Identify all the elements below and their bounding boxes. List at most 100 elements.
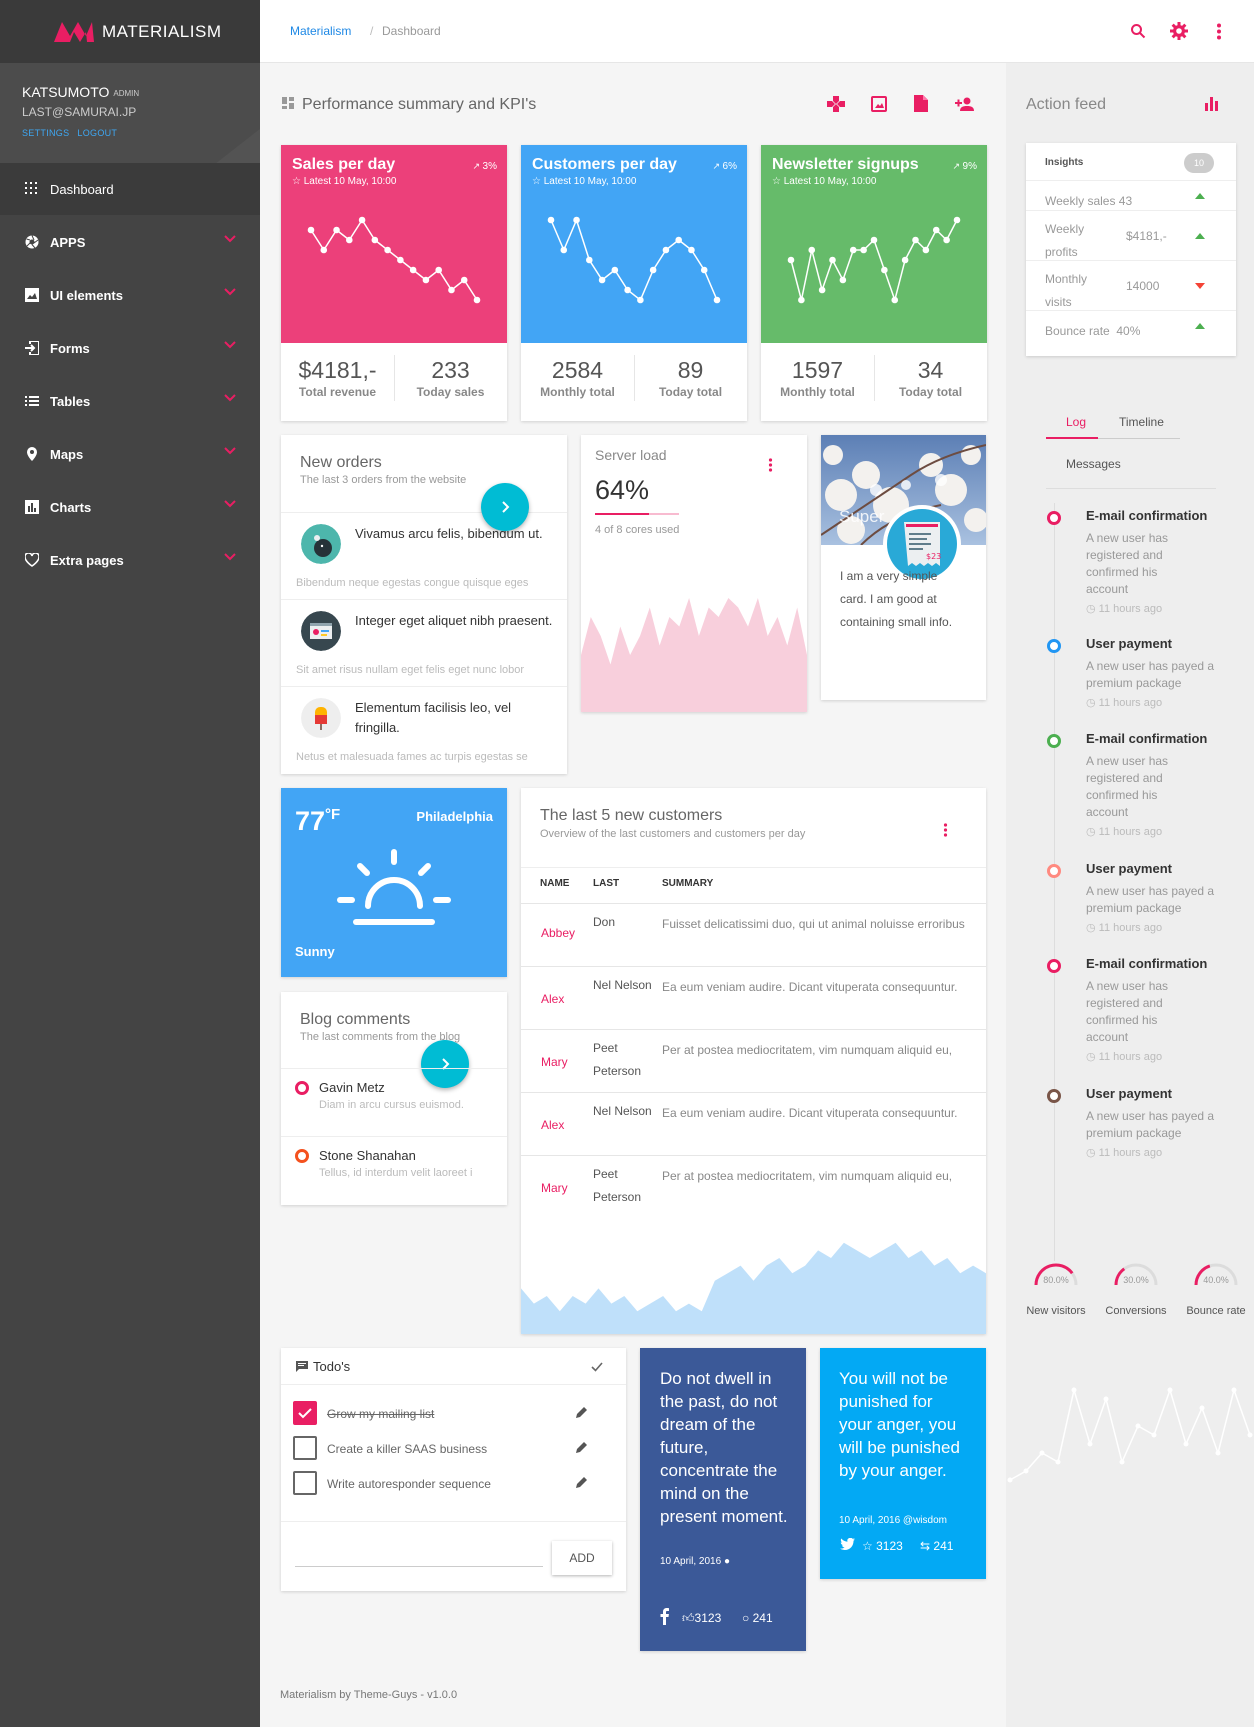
col-header-summary[interactable]: SUMMARY bbox=[662, 878, 713, 889]
logout-link[interactable]: LOGOUT bbox=[77, 128, 117, 138]
feed-event[interactable]: User payment A new user has payed a premi… bbox=[1006, 861, 1216, 961]
customer-name[interactable]: Mary bbox=[541, 1181, 568, 1195]
customer-name[interactable]: Alex bbox=[541, 1118, 564, 1132]
sidebar-item-tables[interactable]: Tables bbox=[0, 375, 260, 427]
kpi-point bbox=[912, 236, 919, 244]
orders-next-button[interactable] bbox=[481, 483, 529, 531]
customers-subtitle: Overview of the last customers and custo… bbox=[540, 828, 806, 840]
feed-event[interactable]: E-mail confirmation A new user has regist… bbox=[1006, 956, 1216, 1063]
kpi-line-chart bbox=[787, 216, 961, 304]
customer-summary: Ea eum veniam audire. Dicant vituperata … bbox=[662, 980, 958, 994]
pencil-icon[interactable] bbox=[576, 1476, 588, 1488]
more-vert-icon[interactable] bbox=[1216, 23, 1222, 40]
more-vert-icon[interactable] bbox=[943, 823, 948, 837]
sidebar-item-dashboard[interactable]: Dashboard bbox=[0, 163, 260, 215]
breadcrumb-root[interactable]: Materialism bbox=[290, 24, 351, 38]
tw-retweets[interactable]: ⇆ 241 bbox=[920, 1539, 953, 1553]
sidebar-item-charts[interactable]: Charts bbox=[0, 481, 260, 533]
kpi-point bbox=[901, 256, 909, 264]
pencil-icon[interactable] bbox=[576, 1406, 588, 1418]
sidebar-item-forms[interactable]: Forms bbox=[0, 322, 260, 374]
popsicle-avatar bbox=[301, 698, 341, 738]
orders-title: New orders bbox=[300, 454, 382, 471]
todo-item[interactable]: Write autoresponder sequence bbox=[293, 1471, 593, 1497]
comment-item[interactable]: Stone Shanahan Tellus, id interdum velit… bbox=[281, 1136, 507, 1196]
kpi-point bbox=[358, 216, 366, 224]
user-name: KATSUMOTO ADMIN bbox=[22, 84, 140, 100]
tw-stars[interactable]: ☆ 3123 bbox=[862, 1539, 903, 1553]
chevron-down-icon bbox=[224, 235, 236, 243]
image-icon[interactable] bbox=[871, 96, 887, 112]
search-icon[interactable] bbox=[1130, 23, 1146, 39]
todo-item[interactable]: Grow my mailing list bbox=[293, 1401, 593, 1427]
feed-event[interactable]: User payment A new user has payed a premi… bbox=[1006, 1086, 1216, 1186]
fb-comments[interactable]: ○ 241 bbox=[742, 1611, 773, 1625]
materialism-logo[interactable] bbox=[52, 20, 96, 44]
comment-dot bbox=[295, 1149, 309, 1163]
col-header-name[interactable]: NAME bbox=[540, 878, 569, 889]
facebook-icon[interactable] bbox=[660, 1608, 669, 1625]
more-vert-icon[interactable] bbox=[768, 458, 773, 472]
table-row[interactable]: Alex Nel Nelson Ea eum veniam audire. Dica… bbox=[521, 1092, 986, 1155]
feed-event-dot bbox=[1047, 864, 1061, 878]
todo-input[interactable] bbox=[295, 1566, 543, 1567]
customer-name[interactable]: Alex bbox=[541, 992, 564, 1006]
settings-link[interactable]: SETTINGS bbox=[22, 128, 69, 138]
twitter-icon[interactable] bbox=[840, 1538, 855, 1550]
comment-author: Gavin Metz bbox=[319, 1080, 385, 1095]
order-desc: Sit amet risus nullam eget felis eget nu… bbox=[296, 664, 525, 676]
table-row[interactable]: Mary Peet Peterson Per at postea mediocrit… bbox=[521, 1029, 986, 1092]
facebook-quote-card: Do not dwell in the past, do not dream o… bbox=[640, 1348, 806, 1651]
todo-checkbox[interactable] bbox=[293, 1401, 317, 1425]
kpi-point bbox=[688, 246, 695, 254]
tab-timeline[interactable]: Timeline bbox=[1119, 415, 1164, 429]
fb-likes[interactable]: 👍︎3123 bbox=[682, 1611, 721, 1626]
chevron-right-icon bbox=[502, 501, 510, 513]
kpi-point bbox=[870, 236, 878, 244]
table-row[interactable]: Abbey Don Fuisset delicatissimi duo, qui u… bbox=[521, 903, 986, 966]
check-icon[interactable] bbox=[591, 1362, 603, 1372]
todo-checkbox[interactable] bbox=[293, 1471, 317, 1495]
kpi-point bbox=[448, 286, 455, 294]
sidebar-item-ui-elements[interactable]: UI elements bbox=[0, 269, 260, 321]
feed-event[interactable]: E-mail confirmation A new user has regist… bbox=[1006, 731, 1216, 838]
orders-subtitle: The last 3 orders from the website bbox=[300, 474, 467, 486]
col-header-last[interactable]: LAST bbox=[593, 878, 619, 889]
kpi-label: Total revenue bbox=[298, 385, 377, 399]
add-user-icon[interactable] bbox=[955, 97, 975, 111]
gamepad-icon[interactable] bbox=[827, 96, 845, 112]
bar-chart-icon[interactable] bbox=[1205, 97, 1218, 111]
feed-event-dot bbox=[1047, 734, 1061, 748]
sidebar-item-maps[interactable]: Maps bbox=[0, 428, 260, 480]
receipt-amount: $23 bbox=[926, 552, 941, 561]
kpi-number: $4181,- bbox=[298, 357, 377, 383]
order-row[interactable]: Integer eget aliquet nibh praesent. Sit … bbox=[281, 599, 567, 686]
clock-icon: ◷ bbox=[1086, 603, 1099, 615]
tab-messages[interactable]: Messages bbox=[1066, 457, 1121, 471]
order-row[interactable]: Vivamus arcu felis, bibendum ut. Bibendu… bbox=[281, 512, 567, 599]
table-row[interactable]: Alex Nel Nelson Ea eum veniam audire. Dica… bbox=[521, 966, 986, 1029]
feed-event[interactable]: User payment A new user has payed a premi… bbox=[1006, 636, 1216, 736]
order-row[interactable]: Elementum facilisis leo, vel fringilla. … bbox=[281, 686, 567, 773]
pencil-icon[interactable] bbox=[576, 1441, 588, 1453]
dashboard-icon bbox=[282, 97, 294, 109]
customer-name[interactable]: Abbey bbox=[541, 926, 575, 940]
feed-event[interactable]: E-mail confirmation A new user has regist… bbox=[1006, 508, 1216, 615]
comment-item[interactable]: Gavin Metz Diam in arcu cursus euismod. bbox=[281, 1068, 507, 1128]
todo-checkbox[interactable] bbox=[293, 1436, 317, 1460]
insight-label: Weekly profits bbox=[1045, 222, 1085, 259]
todo-add-button[interactable]: ADD bbox=[552, 1541, 612, 1575]
feed-point bbox=[1135, 1423, 1141, 1429]
insight-row: Weekly profits $4181,- bbox=[1026, 210, 1236, 260]
tab-log[interactable]: Log bbox=[1066, 415, 1086, 429]
globe-icon: ● bbox=[723, 1556, 730, 1567]
sidebar-item-extra-pages[interactable]: Extra pages bbox=[0, 534, 260, 586]
document-icon[interactable] bbox=[914, 95, 928, 112]
gear-icon[interactable] bbox=[1170, 22, 1188, 40]
customer-name[interactable]: Mary bbox=[541, 1055, 568, 1069]
kpi-line-chart bbox=[547, 216, 721, 304]
feed-point bbox=[1231, 1387, 1237, 1393]
table-row[interactable]: Mary Peet Peterson Per at postea mediocrit… bbox=[521, 1155, 986, 1218]
todo-item[interactable]: Create a killer SAAS business bbox=[293, 1436, 593, 1462]
sidebar-item-apps[interactable]: APPS bbox=[0, 216, 260, 268]
